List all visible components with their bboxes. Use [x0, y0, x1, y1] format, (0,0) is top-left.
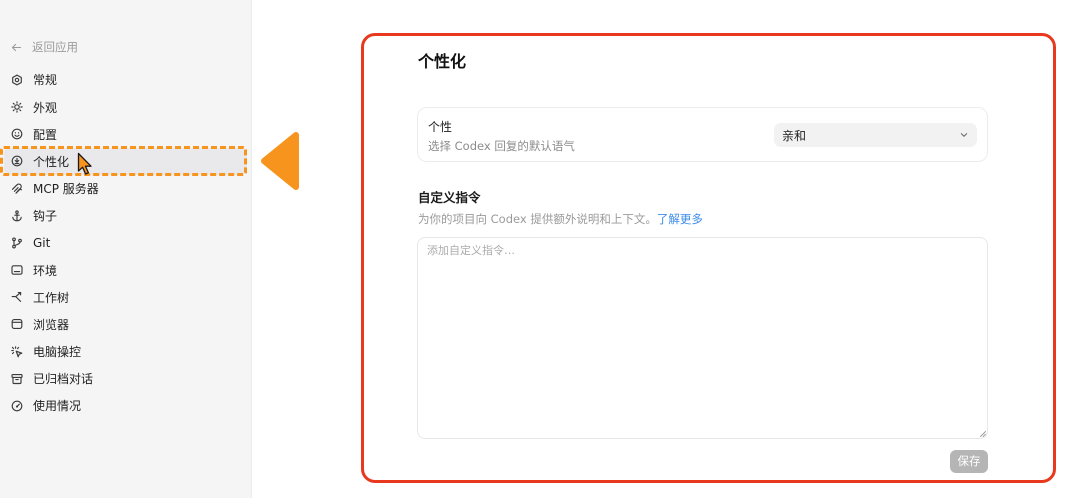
settings-sidebar: 返回应用 常规 外观 配置 个性化 MCP 服务器 钩子 Git 环境 工作树 … [0, 0, 252, 498]
sidebar-item-label: 浏览器 [33, 317, 70, 332]
personality-select[interactable]: 亲和 [774, 123, 977, 147]
resize-handle-icon[interactable] [980, 431, 986, 437]
chevron-down-icon [959, 130, 969, 140]
personality-selected-value: 亲和 [782, 128, 807, 143]
settings-nav: 常规 外观 配置 个性化 MCP 服务器 钩子 Git 环境 工作树 浏览器 电… [0, 66, 252, 419]
sidebar-item-usage[interactable]: 使用情况 [4, 392, 247, 419]
sidebar-item-label: 环境 [33, 263, 58, 278]
browser-icon [11, 318, 23, 330]
sidebar-item-label: 电脑操控 [33, 345, 82, 360]
personality-label: 个性 [428, 120, 453, 134]
sidebar-item-configuration[interactable]: 配置 [4, 121, 247, 148]
gauge-icon [11, 400, 23, 412]
sidebar-item-label: 外观 [33, 100, 58, 115]
custom-instructions-input[interactable] [417, 237, 988, 439]
sidebar-item-label: 个性化 [33, 154, 70, 169]
save-button[interactable]: 保存 [950, 450, 988, 473]
personality-description: 选择 Codex 回复的默认语气 [428, 139, 575, 153]
back-to-app-label: 返回应用 [32, 40, 78, 54]
sidebar-item-label: 钩子 [33, 209, 58, 224]
sidebar-item-git[interactable]: Git [4, 229, 247, 256]
personalization-icon [11, 155, 23, 167]
sidebar-item-label: 常规 [33, 73, 58, 88]
sidebar-item-label: MCP 服务器 [33, 182, 99, 197]
sidebar-item-environment[interactable]: 环境 [4, 256, 247, 283]
learn-more-link[interactable]: 了解更多 [657, 212, 703, 226]
gear-icon [11, 74, 23, 86]
archive-icon [11, 373, 23, 385]
sidebar-item-worktrees[interactable]: 工作树 [4, 284, 247, 311]
custom-instructions-heading: 自定义指令 [418, 190, 481, 205]
git-branch-icon [11, 237, 23, 249]
smiley-icon [11, 128, 23, 140]
back-to-app-link[interactable]: 返回应用 [11, 39, 78, 55]
sidebar-item-computer-control[interactable]: 电脑操控 [4, 338, 247, 365]
sun-icon [11, 101, 23, 113]
sidebar-item-hooks[interactable]: 钩子 [4, 202, 247, 229]
sidebar-item-archived-chats[interactable]: 已归档对话 [4, 365, 247, 392]
sidebar-item-label: 工作树 [33, 290, 70, 305]
custom-instructions-description-text: 为你的项目向 Codex 提供额外说明和上下文。 [418, 212, 657, 226]
page-title: 个性化 [418, 52, 467, 71]
sidebar-item-label: 使用情况 [33, 399, 82, 414]
sidebar-item-general[interactable]: 常规 [4, 66, 247, 93]
personality-setting-card: 个性 选择 Codex 回复的默认语气 亲和 [417, 107, 988, 162]
back-arrow-icon [11, 42, 22, 53]
computer-control-icon [11, 345, 23, 358]
sidebar-item-appearance[interactable]: 外观 [4, 94, 247, 121]
sidebar-item-personalization[interactable]: 个性化 [4, 147, 247, 176]
terminal-window-icon [11, 264, 23, 276]
annotation-triangle-pointer-icon [261, 132, 299, 190]
custom-instructions-description: 为你的项目向 Codex 提供额外说明和上下文。了解更多 [418, 211, 703, 227]
worktree-icon [11, 291, 23, 303]
sidebar-item-browser[interactable]: 浏览器 [4, 311, 247, 338]
sidebar-item-label: 配置 [33, 127, 58, 142]
anchor-icon [11, 210, 23, 222]
sidebar-item-mcp-servers[interactable]: MCP 服务器 [4, 175, 247, 202]
sidebar-item-label: 已归档对话 [33, 372, 94, 387]
mcp-icon [11, 183, 23, 195]
sidebar-item-label: Git [33, 235, 51, 250]
